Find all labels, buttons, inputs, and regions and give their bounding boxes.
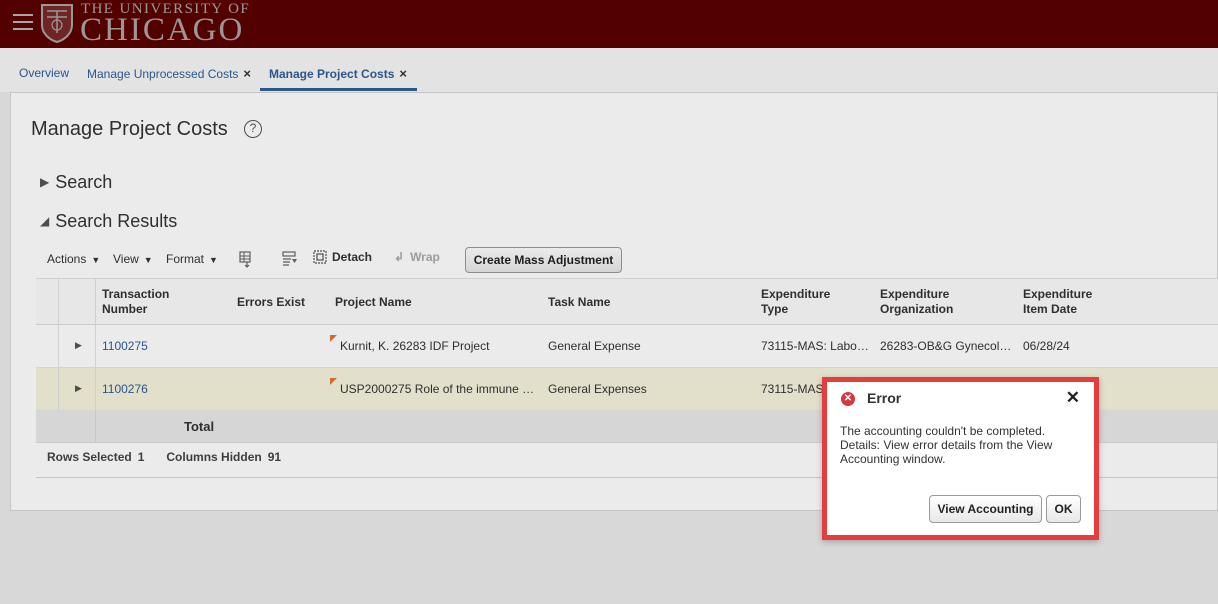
dialog-message: The accounting couldn't be completed. De… — [840, 424, 1053, 466]
app-header: THE UNIVERSITY OF CHICAGO — [0, 0, 1218, 48]
dialog-title: Error — [867, 390, 902, 406]
view-accounting-button[interactable]: View Accounting — [929, 495, 1042, 523]
error-icon: ✕ — [841, 392, 855, 406]
error-dialog: ✕ Error ✕ The accounting couldn't be com… — [822, 377, 1099, 540]
ok-button[interactable]: OK — [1046, 495, 1081, 523]
close-icon[interactable]: ✕ — [1066, 388, 1080, 408]
